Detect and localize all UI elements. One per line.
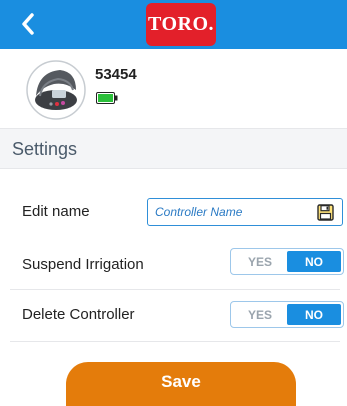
floppy-disk-icon[interactable] [317,204,334,221]
device-id: 53454 [95,66,137,83]
chevron-left-icon [22,13,34,35]
settings-section-header: Settings [0,128,347,169]
delete-controller-yes-option[interactable]: YES [233,304,287,325]
edit-name-label: Edit name [22,203,90,220]
controller-name-field [147,198,343,226]
suspend-irrigation-toggle: YES NO [230,248,344,275]
delete-controller-label: Delete Controller [22,306,135,323]
back-button[interactable] [16,10,40,38]
controller-device-image [26,60,86,120]
toro-logo: TORO. [146,3,216,46]
row-divider [10,289,340,290]
logo-text: TORO. [147,13,215,35]
suspend-irrigation-yes-option[interactable]: YES [233,251,287,272]
controller-name-input[interactable] [148,199,308,225]
save-button[interactable]: Save [66,362,296,406]
battery-full-icon [96,92,118,104]
row-divider [10,341,340,342]
suspend-irrigation-label: Suspend Irrigation [22,256,144,273]
delete-controller-toggle: YES NO [230,301,344,328]
top-bar: TORO. [0,0,347,49]
suspend-irrigation-no-option[interactable]: NO [287,251,341,272]
delete-controller-no-option[interactable]: NO [287,304,341,325]
section-title: Settings [12,139,78,159]
